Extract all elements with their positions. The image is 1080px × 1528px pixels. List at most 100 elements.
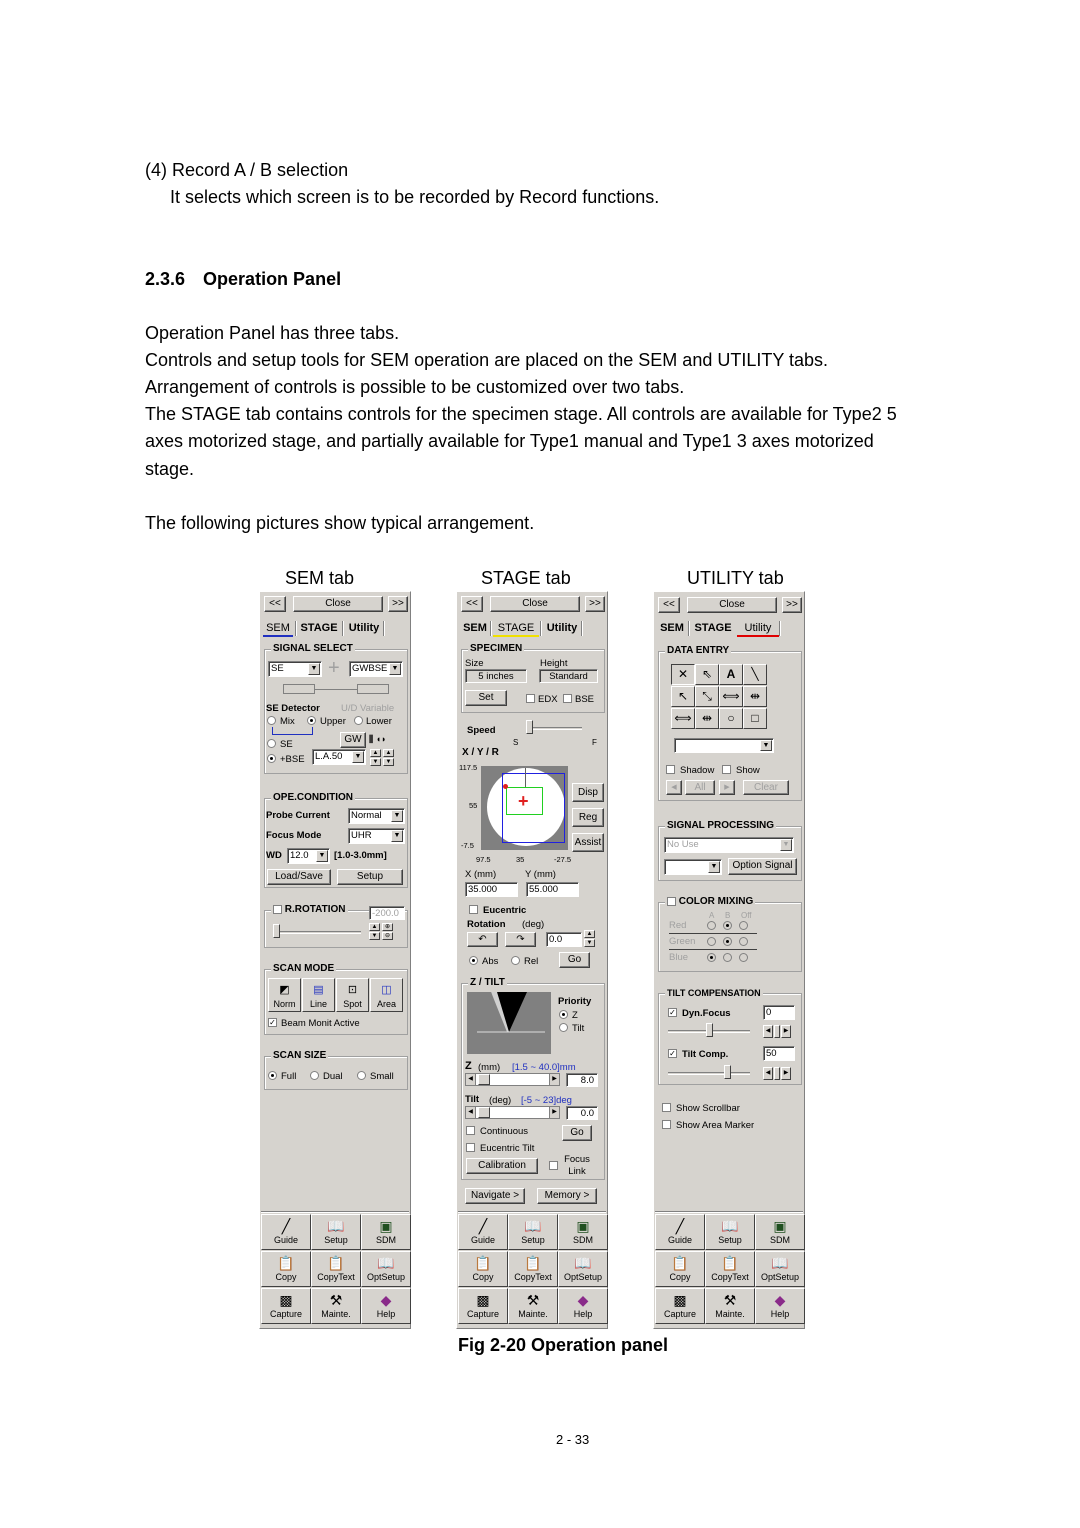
slider-thumb[interactable]: [706, 1023, 713, 1037]
scroll-right-arrow[interactable]: ▶: [781, 1067, 791, 1080]
copy-button[interactable]: 📋 Copy: [458, 1251, 508, 1287]
copytext-button[interactable]: 📋 CopyText: [311, 1251, 361, 1287]
capture-button[interactable]: ▩ Capture: [655, 1288, 705, 1324]
tilt-comp-checkbox[interactable]: ✓: [668, 1049, 677, 1058]
signal-sub-select[interactable]: ▼: [664, 859, 722, 875]
sdm-button[interactable]: ▣ SDM: [755, 1214, 805, 1250]
help-button[interactable]: ◆ Help: [361, 1288, 411, 1324]
wd-select[interactable]: 12.0 ▼: [287, 848, 330, 864]
radio-rel[interactable]: [511, 956, 520, 965]
dyn-focus-checkbox[interactable]: ✓: [668, 1008, 677, 1017]
tab-stage[interactable]: STAGE: [493, 619, 539, 637]
close-button[interactable]: Close: [687, 597, 777, 613]
radio-mix[interactable]: [267, 716, 276, 725]
rotate-ccw-button[interactable]: ↶: [467, 932, 498, 947]
capture-button[interactable]: ▩ Capture: [458, 1288, 508, 1324]
radio-priority-z[interactable]: [559, 1010, 568, 1019]
stage-map[interactable]: +: [481, 766, 568, 850]
reg-button[interactable]: Reg: [572, 808, 604, 827]
setup-button[interactable]: 📖 Setup: [705, 1214, 755, 1250]
show-checkbox[interactable]: [722, 765, 731, 774]
arrow-tool-button[interactable]: ↖: [671, 686, 695, 707]
radio-blue-a[interactable]: [707, 953, 716, 962]
probe-current-select[interactable]: Normal ▼: [348, 808, 405, 824]
down-arrow-button[interactable]: ▼: [369, 932, 380, 940]
setup-button[interactable]: 📖 Setup: [311, 1214, 361, 1250]
copytext-button[interactable]: 📋 CopyText: [508, 1251, 558, 1287]
mainte-button[interactable]: ⚒ Mainte.: [311, 1288, 361, 1324]
next-button[interactable]: >>: [388, 596, 408, 612]
scroll-thumb[interactable]: [774, 1067, 780, 1080]
up-arrow-button[interactable]: ▲: [584, 930, 595, 938]
set-button[interactable]: Set: [465, 690, 507, 706]
inner-dimension-tool-button[interactable]: ⇹: [743, 686, 767, 707]
navigate-button[interactable]: Navigate >: [465, 1188, 525, 1204]
radio-priority-tilt[interactable]: [559, 1023, 568, 1032]
bse-mode-select[interactable]: L.A.50 ▼: [312, 749, 366, 765]
tab-utility[interactable]: Utility: [737, 619, 779, 637]
rotate-up-button[interactable]: ⊕: [382, 923, 393, 931]
radio-bse[interactable]: [267, 754, 276, 763]
radio-blue-off[interactable]: [739, 953, 748, 962]
radio-green-a[interactable]: [707, 937, 716, 946]
y-input[interactable]: 55.000: [526, 882, 579, 897]
scroll-left-arrow[interactable]: ◀: [763, 1067, 773, 1080]
tab-utility[interactable]: Utility: [543, 619, 581, 637]
scroll-thumb[interactable]: [478, 1074, 490, 1085]
optsetup-button[interactable]: 📖 OptSetup: [558, 1251, 608, 1287]
scan-line-button[interactable]: ▤ Line: [302, 978, 335, 1012]
tab-sem[interactable]: SEM: [460, 619, 490, 637]
data-entry-select[interactable]: ▼: [674, 738, 774, 753]
tilt-value-input[interactable]: 0.0: [566, 1106, 598, 1120]
r-rotation-checkbox[interactable]: [273, 905, 282, 914]
inner-dimension-length-tool-button[interactable]: ⇹: [695, 708, 719, 729]
eucentric-checkbox[interactable]: [469, 905, 478, 914]
radio-abs[interactable]: [469, 956, 478, 965]
help-button[interactable]: ◆ Help: [755, 1288, 805, 1324]
optsetup-button[interactable]: 📖 OptSetup: [755, 1251, 805, 1287]
option-signal-button[interactable]: Option Signal: [728, 858, 797, 875]
memory-button[interactable]: Memory >: [537, 1188, 597, 1204]
next-button[interactable]: >>: [782, 597, 802, 613]
show-scrollbar-checkbox[interactable]: [662, 1103, 671, 1112]
prev-button[interactable]: <<: [658, 597, 680, 613]
radio-red-off[interactable]: [739, 921, 748, 930]
copy-button[interactable]: 📋 Copy: [655, 1251, 705, 1287]
continuous-checkbox[interactable]: [466, 1126, 475, 1135]
tilt-scrollbar[interactable]: ◀ ▶: [465, 1106, 560, 1119]
previous-annotation-button[interactable]: ◀: [666, 780, 682, 795]
next-button[interactable]: >>: [585, 596, 605, 612]
down-arrow-button[interactable]: ▼: [584, 939, 595, 947]
mainte-button[interactable]: ⚒ Mainte.: [508, 1288, 558, 1324]
focus-link-checkbox[interactable]: [549, 1161, 558, 1170]
slider-thumb[interactable]: [526, 720, 533, 734]
up-arrow-button[interactable]: ▲: [370, 749, 381, 757]
scan-norm-button[interactable]: ◩ Norm: [268, 978, 301, 1012]
scroll-left-arrow[interactable]: ◀: [466, 1074, 476, 1085]
prev-button[interactable]: <<: [461, 596, 483, 612]
cross-tool-button[interactable]: ✕: [671, 664, 695, 685]
x-input[interactable]: 35.000: [465, 882, 518, 897]
scroll-right-arrow[interactable]: ▶: [549, 1074, 559, 1085]
tab-sem[interactable]: SEM: [657, 619, 687, 637]
close-button[interactable]: Close: [490, 596, 580, 612]
scroll-thumb[interactable]: [478, 1107, 490, 1118]
rectangle-tool-button[interactable]: □: [743, 708, 767, 729]
pointer-arrow-tool-button[interactable]: ⇖: [695, 664, 719, 685]
tilt-comp-slider[interactable]: [668, 1072, 750, 1075]
rotate-cw-button[interactable]: ↷: [505, 932, 536, 947]
load-save-button[interactable]: Load/Save: [267, 869, 331, 885]
disp-button[interactable]: Disp: [572, 783, 604, 802]
edx-checkbox[interactable]: [526, 694, 535, 703]
ellipse-tool-button[interactable]: ○: [719, 708, 743, 729]
copytext-button[interactable]: 📋 CopyText: [705, 1251, 755, 1287]
up-arrow-button[interactable]: ▲: [369, 923, 380, 931]
optsetup-button[interactable]: 📖 OptSetup: [361, 1251, 411, 1287]
setup-button[interactable]: 📖 Setup: [508, 1214, 558, 1250]
guide-button[interactable]: ╱ Guide: [261, 1214, 311, 1250]
capture-button[interactable]: ▩ Capture: [261, 1288, 311, 1324]
guide-button[interactable]: ╱ Guide: [458, 1214, 508, 1250]
sdm-button[interactable]: ▣ SDM: [361, 1214, 411, 1250]
r-rotation-value[interactable]: -200.0: [369, 906, 405, 920]
tab-stage[interactable]: STAGE: [298, 619, 340, 637]
